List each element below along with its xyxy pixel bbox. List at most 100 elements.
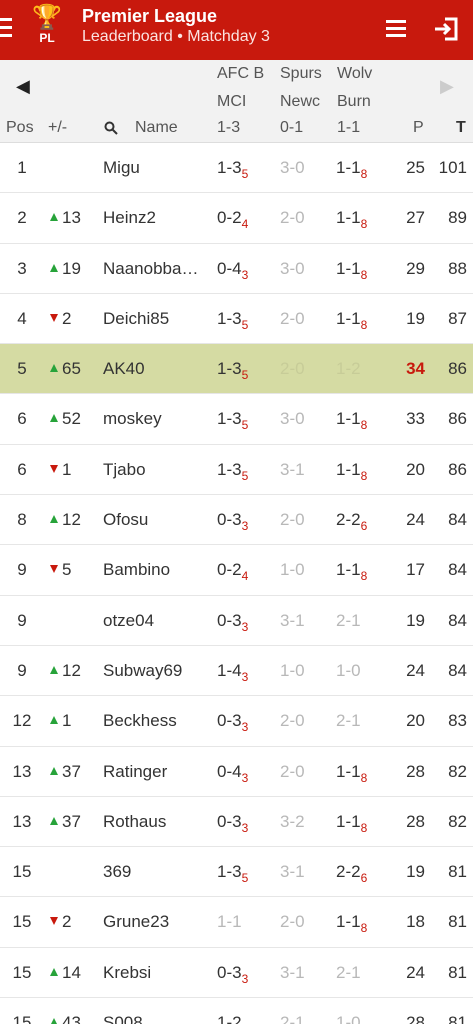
tip-points: 8 (360, 820, 368, 835)
tip-g2: 3-1 (280, 610, 305, 630)
table-row[interactable]: 6 1 Tjabo 1-35 3-1 1-18 20 86 (0, 445, 473, 496)
tip-g1: 0-24 (217, 208, 249, 232)
tip-points: 3 (241, 770, 249, 785)
table-row[interactable]: 8 12 Ofosu 0-33 2-0 2-26 24 84 (0, 495, 473, 546)
tip-g2: 1-0 (280, 660, 305, 680)
row-player-name[interactable]: Naanobba… (103, 259, 209, 279)
menu-icon[interactable] (386, 20, 406, 38)
table-row[interactable]: 13 37 Rothaus 0-33 3-2 1-18 28 82 (0, 797, 473, 848)
tip-g1: 1-43 (217, 660, 249, 684)
row-delta: 37 (50, 812, 95, 832)
table-row[interactable]: 12 1 Beckhess 0-33 2-0 2-1 20 83 (0, 696, 473, 747)
next-matchday-icon[interactable]: ▶ (440, 76, 454, 97)
row-points: 19 (406, 308, 425, 328)
match-3-away: Burn (337, 93, 371, 110)
table-row[interactable]: 3 19 Naanobba… 0-43 3-0 1-18 29 88 (0, 244, 473, 294)
row-points: 20 (406, 711, 425, 731)
match-2-home: Spurs (280, 65, 322, 82)
table-row[interactable]: 2 13 Heinz2 0-24 2-0 1-18 27 89 (0, 193, 473, 244)
tip-g1: 0-43 (217, 761, 249, 785)
table-row[interactable]: 13 37 Ratinger 0-43 2-0 1-18 28 82 (0, 747, 473, 797)
row-player-name[interactable]: Subway69 (103, 661, 209, 681)
tip-points: 5 (241, 871, 249, 886)
row-player-name[interactable]: Ratinger (103, 762, 209, 782)
tip-g1: 1-2 (217, 1013, 242, 1024)
tip-points: 3 (241, 820, 249, 835)
col-pos[interactable]: Pos (6, 119, 34, 137)
row-player-name[interactable]: Ofosu (103, 510, 209, 530)
rank-up-icon (50, 665, 58, 674)
row-delta: 65 (50, 359, 95, 379)
table-row[interactable]: 4 2 Deichi85 1-35 2-0 1-18 19 87 (0, 294, 473, 345)
tip-g3: 1-18 (336, 409, 368, 433)
tip-g1: 1-35 (217, 158, 249, 181)
row-total: 86 (448, 409, 467, 429)
tip-g3: 1-18 (336, 761, 368, 785)
logout-icon[interactable] (433, 16, 459, 42)
tip-g2: 2-0 (280, 510, 305, 530)
table-row[interactable]: 15 43 S008 1-2 2-1 1-0 28 81 (0, 998, 473, 1024)
tip-g3: 1-0 (336, 660, 361, 680)
row-position: 9 (17, 610, 27, 630)
row-delta: 52 (50, 409, 95, 429)
col-points[interactable]: P (413, 119, 424, 137)
row-player-name[interactable]: Rothaus (103, 812, 209, 832)
league-logo: 🏆 PL (30, 4, 64, 54)
row-total: 84 (448, 510, 467, 530)
page-title: Premier League (82, 6, 218, 26)
row-player-name[interactable]: otze04 (103, 611, 209, 631)
tip-g3: 2-26 (336, 862, 368, 886)
tip-points: 8 (360, 468, 368, 483)
tip-points: 8 (360, 569, 368, 584)
tip-g2: 3-0 (280, 158, 305, 177)
table-row[interactable]: 15 369 1-35 3-1 2-26 19 81 (0, 847, 473, 898)
table-row[interactable]: 5 65 AK40 1-35 2-0 1-2 34 86 (0, 344, 473, 395)
row-player-name[interactable]: Tjabo (103, 460, 209, 480)
table-row[interactable]: 15 14 Krebsi 0-33 3-1 2-1 24 81 (0, 948, 473, 999)
table-row[interactable]: 15 2 Grune23 1-1 2-0 1-18 18 81 (0, 897, 473, 948)
col-name[interactable]: Name (135, 119, 178, 137)
row-position: 1 (17, 158, 27, 177)
prev-matchday-icon[interactable]: ◀ (16, 76, 30, 97)
row-total: 87 (448, 308, 467, 328)
table-row[interactable]: 9 12 Subway69 1-43 1-0 1-0 24 84 (0, 646, 473, 697)
league-logo-text: PL (39, 31, 55, 45)
row-player-name[interactable]: Deichi85 (103, 309, 209, 329)
tip-g3: 1-0 (336, 1013, 361, 1024)
row-points: 29 (406, 258, 425, 278)
tip-points: 3 (241, 267, 249, 282)
col-total[interactable]: T (456, 119, 466, 137)
drawer-menu-icon[interactable] (0, 18, 14, 40)
rank-up-icon (50, 263, 58, 272)
row-player-name[interactable]: AK40 (103, 359, 209, 379)
row-points: 19 (406, 862, 425, 882)
table-row[interactable]: 9 otze04 0-33 3-1 2-1 19 84 (0, 596, 473, 646)
tip-g1: 1-35 (217, 409, 249, 433)
table-row[interactable]: 1 Migu 1-35 3-0 1-18 25 101 (0, 143, 473, 194)
tip-g3: 2-26 (336, 510, 368, 534)
row-total: 84 (448, 560, 467, 580)
page-subtitle: Leaderboard • Matchday 3 (82, 28, 270, 45)
tip-points: 8 (360, 167, 368, 181)
search-icon[interactable] (104, 121, 118, 135)
row-player-name[interactable]: S008 (103, 1013, 209, 1024)
table-row[interactable]: 9 5 Bambino 0-24 1-0 1-18 17 84 (0, 545, 473, 596)
table-row[interactable]: 6 52 moskey 1-35 3-0 1-18 33 86 (0, 394, 473, 445)
row-player-name[interactable]: moskey (103, 409, 209, 429)
row-delta: 19 (50, 259, 95, 279)
rank-down-icon (50, 464, 58, 473)
row-player-name[interactable]: Grune23 (103, 912, 209, 932)
row-player-name[interactable]: Krebsi (103, 963, 209, 983)
tip-g2: 2-0 (280, 761, 305, 781)
tip-points: 3 (241, 619, 249, 634)
tip-points: 5 (241, 468, 249, 483)
row-player-name[interactable]: Migu (103, 158, 209, 178)
row-player-name[interactable]: Bambino (103, 560, 209, 580)
col-delta[interactable]: +/- (48, 119, 67, 137)
tip-g3: 1-18 (336, 811, 368, 835)
tip-g1: 1-35 (217, 308, 249, 332)
tip-points: 8 (360, 418, 368, 433)
row-player-name[interactable]: Heinz2 (103, 208, 209, 228)
row-player-name[interactable]: Beckhess (103, 711, 209, 731)
row-player-name[interactable]: 369 (103, 862, 209, 882)
